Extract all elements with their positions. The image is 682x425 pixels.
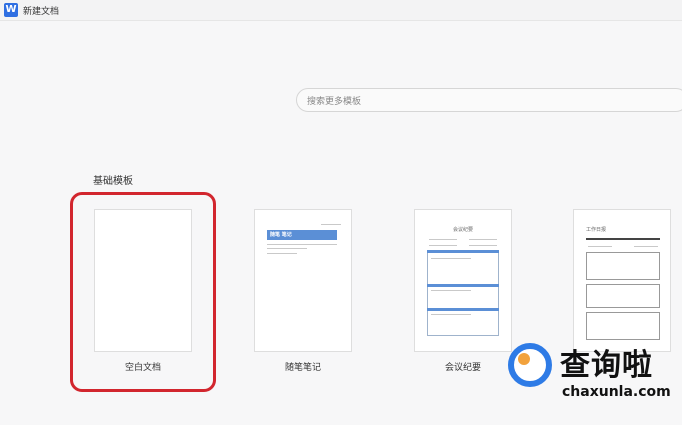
title-bar: W 新建文档 bbox=[0, 0, 682, 21]
daily-report-doc-title: 工作日报 bbox=[586, 227, 607, 233]
preview-line bbox=[431, 258, 471, 259]
title-underline bbox=[586, 238, 660, 240]
preview-line bbox=[321, 224, 341, 225]
preview-line bbox=[634, 246, 658, 247]
selection-highlight bbox=[70, 192, 216, 392]
watermark-text: 查询啦 bbox=[560, 348, 653, 383]
minutes-doc-title: 会议纪要 bbox=[453, 227, 474, 233]
preview-line bbox=[267, 248, 307, 249]
watermark-logo: 查询啦 chaxunla.com bbox=[502, 340, 682, 410]
logo-dot-icon bbox=[518, 353, 530, 365]
magnifier-logo-icon bbox=[508, 343, 552, 387]
template-search-input[interactable] bbox=[297, 90, 682, 114]
preview-line bbox=[588, 246, 612, 247]
notes-header-text: 随笔 笔记 bbox=[270, 232, 292, 238]
template-notes[interactable]: 随笔 笔记 bbox=[254, 209, 352, 352]
preview-line bbox=[431, 314, 471, 315]
section-title: 基础模板 bbox=[93, 176, 133, 187]
wps-writer-icon: W bbox=[4, 3, 18, 17]
preview-line bbox=[429, 239, 457, 240]
minutes-frame bbox=[427, 250, 499, 336]
preview-line bbox=[429, 245, 457, 246]
preview-line bbox=[431, 290, 471, 291]
preview-line bbox=[267, 253, 297, 254]
template-notes-label[interactable]: 随笔笔记 bbox=[254, 360, 352, 373]
section-bar bbox=[427, 250, 499, 253]
preview-line bbox=[469, 239, 497, 240]
template-search-box[interactable] bbox=[296, 88, 682, 114]
report-box bbox=[586, 252, 660, 280]
preview-line bbox=[267, 244, 337, 245]
preview-line bbox=[469, 245, 497, 246]
report-box bbox=[586, 312, 660, 340]
template-meeting-minutes[interactable]: 会议纪要 bbox=[414, 209, 512, 352]
report-box bbox=[586, 284, 660, 308]
watermark-url: chaxunla.com bbox=[562, 384, 671, 400]
section-bar bbox=[427, 284, 499, 287]
section-bar bbox=[427, 308, 499, 311]
notes-header-bar: 随笔 笔记 bbox=[267, 230, 337, 240]
template-meeting-minutes-label[interactable]: 会议纪要 bbox=[414, 360, 512, 373]
window-title: 新建文档 bbox=[23, 7, 60, 17]
template-daily-report[interactable]: 工作日报 bbox=[573, 209, 671, 352]
